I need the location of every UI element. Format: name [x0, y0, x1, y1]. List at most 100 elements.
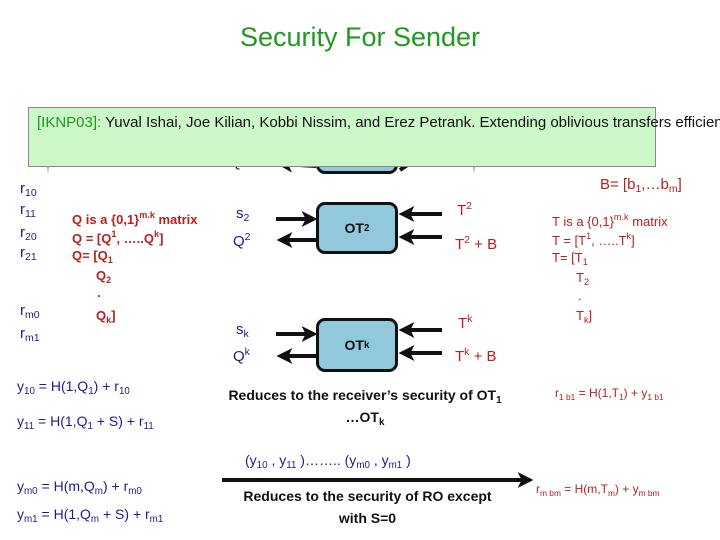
supscript-text: k — [467, 313, 473, 325]
text-segment: Q — [233, 348, 245, 365]
subscript-text: k — [379, 417, 385, 428]
t-matrix-line: . — [578, 288, 582, 303]
text-segment: Q — [96, 268, 107, 283]
text-segment: , y — [267, 452, 287, 468]
subscript-text: 1 — [582, 257, 588, 267]
text-segment: ] — [159, 231, 164, 246]
r-label: rm0 — [20, 302, 40, 321]
q-matrix-line: Q= [Q1 — [72, 248, 113, 265]
q-matrix-line: Qk] — [96, 308, 116, 325]
subscript-text: m0 — [356, 460, 370, 471]
q-matrix-line: Q2 — [96, 268, 111, 285]
text-segment: T — [455, 348, 465, 365]
subscript-text: 2 — [243, 212, 250, 224]
text-segment: , …..T — [591, 233, 627, 248]
supscript-text: 2 — [466, 200, 473, 212]
subscript-text: m — [90, 514, 100, 525]
text-segment: Q = [Q — [72, 231, 112, 246]
receiver-formula: r1 b1 = H(1,T1) + y1 b1 — [555, 386, 664, 402]
sk-label: sk — [236, 321, 249, 340]
text-segment: = H(1,Q — [34, 378, 89, 394]
text-segment: ,…b — [641, 176, 669, 193]
text-segment: , …..Q — [116, 231, 154, 246]
subscript-text: 10 — [118, 386, 130, 397]
subscript-text: m1 — [388, 460, 403, 471]
t2-label: T2 — [457, 200, 472, 219]
subscript-text: 10 — [256, 460, 268, 471]
ot-box-k: OT k — [316, 318, 398, 372]
text-segment: s — [236, 205, 244, 222]
slide: Security For Sender [IKNP03]: Yuval Isha… — [0, 0, 720, 540]
tk-label: Tk — [458, 313, 472, 332]
text-segment: OT — [344, 337, 364, 353]
text-segment: T — [455, 236, 465, 253]
subscript-text: 10 — [25, 187, 37, 199]
text-segment: ] — [588, 308, 593, 323]
s2-label: s2 — [236, 205, 249, 224]
text-segment: Q — [233, 233, 245, 250]
sender-formula: y11 = H(1,Q1 + S) + r11 — [17, 413, 154, 432]
t-matrix-line: T= [T1 — [552, 250, 588, 267]
text-segment: Q — [96, 308, 107, 323]
text-segment: + S) + r — [99, 506, 150, 522]
text-segment: T — [576, 270, 584, 285]
subscript-text: m1 — [25, 332, 40, 344]
text-segment: matrix — [628, 214, 668, 229]
text-segment: T= [T — [552, 250, 583, 265]
subscript-text: m0 — [25, 309, 40, 321]
text-segment: )…….. (y — [296, 452, 357, 468]
citation-box: [IKNP03]: Yuval Ishai, Joe Kilian, Kobbi… — [28, 107, 720, 167]
subscript-text: 2 — [583, 277, 590, 287]
subscript-text: 11 — [24, 421, 35, 432]
ro-reduction-note-line2: with S=0 — [338, 510, 397, 526]
text-segment: ) — [402, 452, 411, 468]
text-segment: matrix — [154, 212, 198, 227]
subscript-text: 1 b1 — [559, 392, 576, 402]
supscript-text: m.k — [613, 212, 629, 222]
subscript-text: 20 — [25, 231, 37, 243]
ot-box-2: OT 2 — [316, 202, 398, 254]
r-label: rm1 — [20, 325, 40, 344]
t-matrix-line: Tk] — [576, 308, 592, 325]
text-segment: T is a {0,1} — [552, 214, 614, 229]
text-segment: + B — [470, 236, 498, 253]
r-label: r11 — [20, 201, 36, 220]
subscript-text: m0 — [24, 486, 38, 497]
subscript-text: m1 — [149, 514, 164, 525]
subscript-text: 1 — [496, 395, 502, 406]
t-matrix-line: T is a {0,1}m.k matrix — [552, 212, 668, 229]
sender-formula: ym1 = H(1,Qm + S) + rm1 — [17, 506, 163, 525]
subscript-text: m bm — [638, 488, 660, 498]
r-label: r20 — [20, 224, 37, 243]
subscript-text: 1 b1 — [647, 392, 664, 402]
q-matrix-line: . — [97, 285, 101, 300]
subscript-text: m — [94, 486, 103, 497]
r-label: r10 — [20, 180, 37, 199]
b-vector: B= [b1,…bm] — [600, 176, 682, 195]
text-segment: ) + y — [614, 482, 639, 496]
subscript-text: 21 — [25, 251, 37, 263]
q-matrix-line: Q is a {0,1}m.k matrix — [72, 210, 198, 227]
text-segment: + B — [469, 348, 497, 365]
subscript-text: 1 — [107, 255, 113, 265]
text-segment: (y — [245, 452, 257, 468]
text-segment: Q= [Q — [72, 248, 108, 263]
subscript-text: k — [243, 328, 249, 340]
text-segment: = H(m,T — [560, 482, 608, 496]
qk-label: Qk — [233, 346, 250, 365]
text-segment: Reduces to the receiver’s security of OT — [228, 387, 497, 403]
ro-reduction-note-line1: Reduces to the security of RO except — [243, 488, 492, 504]
text-segment: , y — [369, 452, 389, 468]
sender-formula: ym0 = H(m,Qm) + rm0 — [17, 478, 142, 497]
t-matrix-line: T = [T1, …..Tk] — [552, 231, 635, 248]
text-segment: ] — [111, 308, 116, 323]
text-segment: ] — [677, 176, 682, 193]
subscript-text: m bm — [540, 488, 561, 498]
q-matrix-line: Q = [Q1, …..Qk] — [72, 229, 163, 246]
text-segment: T — [576, 308, 584, 323]
ot-reduction-note-line1: Reduces to the receiver’s security of OT… — [190, 387, 540, 406]
t2b-label: T2 + B — [455, 234, 497, 253]
text-segment: y — [17, 413, 24, 429]
t-matrix-line: T2 — [576, 270, 589, 287]
subscript-text: 2 — [364, 222, 370, 234]
